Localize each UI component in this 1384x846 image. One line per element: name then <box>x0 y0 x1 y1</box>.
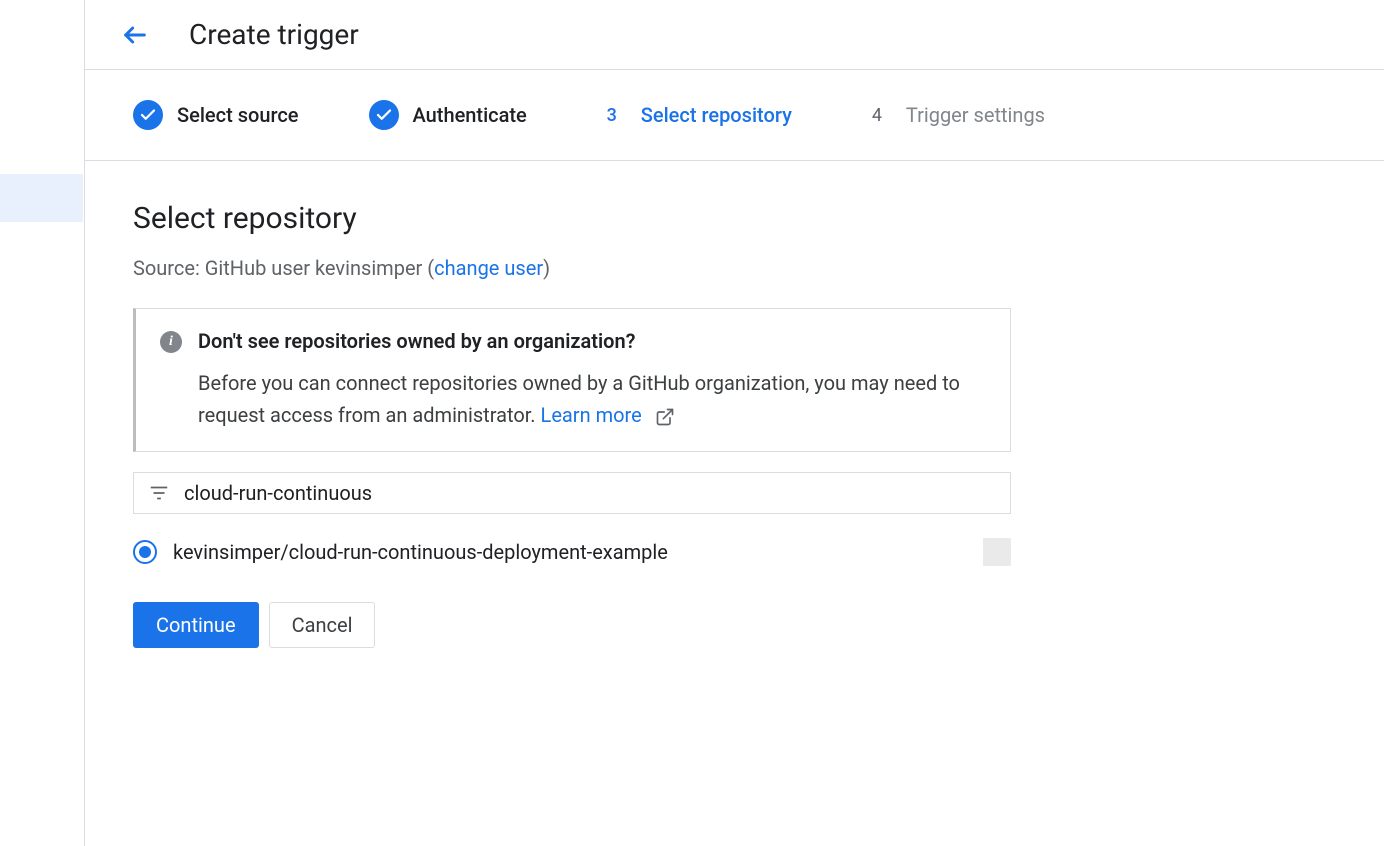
cancel-button[interactable]: Cancel <box>269 602 376 648</box>
step-label: Select repository <box>641 103 792 127</box>
filter-icon <box>148 482 170 504</box>
repository-trailing <box>983 538 1011 566</box>
continue-button[interactable]: Continue <box>133 602 259 648</box>
step-authenticate[interactable]: Authenticate <box>369 100 527 130</box>
source-line: Source: GitHub user kevinsimper (change … <box>133 256 1336 280</box>
stepper: Select source Authenticate 3 Select repo… <box>85 70 1384 161</box>
step-label: Authenticate <box>413 103 527 127</box>
info-card: i Don't see repositories owned by an org… <box>133 308 1011 452</box>
radio-selected-icon[interactable] <box>133 540 157 564</box>
info-text: Before you can connect repositories owne… <box>198 367 986 431</box>
change-user-link[interactable]: change user <box>434 256 543 280</box>
repository-filter-input[interactable] <box>184 481 996 505</box>
sidebar-active-item[interactable] <box>0 174 83 222</box>
step-label: Trigger settings <box>906 103 1045 127</box>
button-row: Continue Cancel <box>133 602 1336 648</box>
back-arrow-icon[interactable] <box>121 21 149 49</box>
info-icon: i <box>160 331 182 353</box>
step-number: 3 <box>597 100 627 130</box>
source-prefix: Source: GitHub user kevinsimper ( <box>133 256 434 280</box>
step-select-source[interactable]: Select source <box>133 100 299 130</box>
step-label: Select source <box>177 103 299 127</box>
left-sidebar <box>0 0 84 846</box>
step-trigger-settings: 4 Trigger settings <box>862 100 1045 130</box>
check-icon <box>133 100 163 130</box>
filter-box[interactable] <box>133 472 1011 514</box>
step-number: 4 <box>862 100 892 130</box>
info-title: Don't see repositories owned by an organ… <box>198 329 986 353</box>
learn-more-link[interactable]: Learn more <box>541 403 642 427</box>
repository-option[interactable]: kevinsimper/cloud-run-continuous-deploym… <box>133 538 1011 566</box>
source-suffix: ) <box>543 256 550 280</box>
section-title: Select repository <box>133 201 1336 236</box>
step-select-repository[interactable]: 3 Select repository <box>597 100 792 130</box>
page-header: Create trigger <box>85 0 1384 70</box>
repository-label: kevinsimper/cloud-run-continuous-deploym… <box>173 540 967 564</box>
external-link-icon <box>655 407 675 427</box>
page-title: Create trigger <box>189 18 359 51</box>
check-icon <box>369 100 399 130</box>
